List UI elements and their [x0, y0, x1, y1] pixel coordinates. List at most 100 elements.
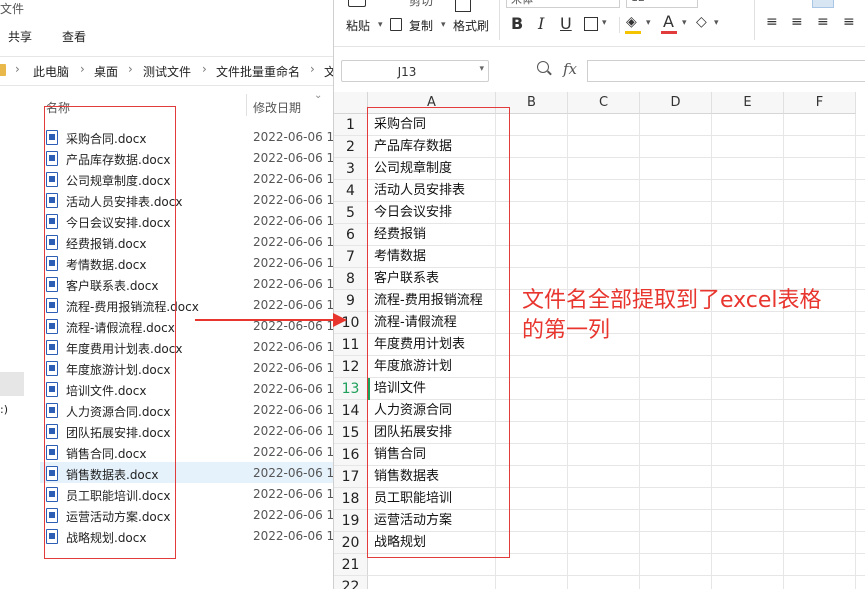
row-header-8[interactable]: 8 — [334, 268, 368, 290]
formula-input[interactable] — [587, 60, 865, 82]
chevron-down-icon[interactable]: ▾ — [378, 20, 383, 30]
chevron-down-icon[interactable]: ⌄ — [314, 90, 322, 101]
row-header-7[interactable]: 7 — [334, 246, 368, 268]
select-all-corner[interactable] — [334, 92, 368, 114]
chevron-down-icon[interactable]: ▾ — [602, 18, 607, 28]
file-modified-date: 2022-06-06 14 — [253, 172, 333, 186]
align-justify-icon[interactable]: ≡ — [843, 14, 855, 30]
column-header-e[interactable]: E — [712, 92, 784, 114]
align-left-icon[interactable]: ≡ — [766, 14, 778, 30]
chevron-down-icon[interactable]: ▾ — [714, 18, 719, 28]
underline-icon[interactable]: U — [560, 14, 572, 33]
chevron-down-icon[interactable]: ▾ — [682, 18, 687, 28]
chevron-right-icon: › — [15, 62, 20, 76]
file-modified-date: 2022-06-06 14 — [253, 340, 333, 354]
font-color-icon[interactable]: A — [663, 12, 674, 31]
breadcrumb-this-pc[interactable]: 此电脑 — [33, 63, 69, 80]
bold-icon[interactable]: B — [511, 14, 523, 33]
font-color-bar — [661, 31, 677, 34]
format-painter-button[interactable]: 格式刷 — [453, 17, 489, 34]
column-modified-header[interactable]: 修改日期 — [253, 99, 301, 116]
ribbon-divider — [619, 17, 620, 33]
column-divider[interactable] — [246, 94, 247, 116]
font-name-value: 宋体 — [511, 0, 533, 7]
row-header-4[interactable]: 4 — [334, 180, 368, 202]
font-name-select[interactable]: 宋体 — [506, 0, 620, 8]
format-painter-icon[interactable] — [455, 0, 471, 12]
file-modified-date: 2022-06-06 14 — [253, 151, 333, 165]
formula-bar: J13 ▾ fx — [334, 56, 865, 88]
file-modified-date: 2022-06-06 14 — [253, 256, 333, 270]
nav-pane-drive-fragment[interactable]: :) — [0, 403, 8, 416]
chevron-down-icon[interactable]: ▾ — [441, 20, 446, 30]
breadcrumb-test-files[interactable]: 测试文件 — [143, 63, 191, 80]
row-header-14[interactable]: 14 — [334, 400, 368, 422]
grid-line — [639, 114, 640, 589]
grid-line — [711, 114, 712, 589]
copy-icon[interactable] — [390, 18, 402, 31]
file-modified-date: 2022-06-06 14 — [253, 508, 333, 522]
font-size-value: 12 — [631, 0, 645, 4]
fill-color-bar — [625, 31, 641, 34]
nav-pane-selected-item[interactable] — [0, 372, 24, 396]
ribbon-toolbar: 粘贴 ▾ 复制 剪切 ▾ 格式刷 宋体 12 B I U ▾ ◈ ▾ A ▾ ◇… — [334, 0, 865, 47]
grid-line — [855, 114, 856, 589]
breadcrumb-batch-rename[interactable]: 文件批量重命名 — [216, 63, 300, 80]
row-header-17[interactable]: 17 — [334, 466, 368, 488]
row-header-2[interactable]: 2 — [334, 136, 368, 158]
chevron-right-icon: › — [202, 62, 207, 76]
align-center-icon[interactable]: ≡ — [791, 14, 803, 30]
row-header-12[interactable]: 12 — [334, 356, 368, 378]
grid-line — [783, 114, 784, 589]
paint-bucket-icon[interactable]: ◈ — [626, 14, 637, 30]
row-header-5[interactable]: 5 — [334, 202, 368, 224]
grid-line — [567, 114, 568, 589]
file-modified-date: 2022-06-06 14 — [253, 487, 333, 501]
address-bar[interactable]: › 此电脑 › 桌面 › 测试文件 › 文件批量重命名 › 文 — [0, 56, 333, 86]
row-header-19[interactable]: 19 — [334, 510, 368, 532]
chevron-right-icon: › — [80, 62, 85, 76]
align-active-icon[interactable] — [812, 0, 834, 8]
zoom-icon-handle — [547, 70, 552, 76]
row-header-15[interactable]: 15 — [334, 422, 368, 444]
italic-icon[interactable]: I — [538, 14, 544, 33]
cut-button[interactable]: 剪切 — [409, 0, 433, 9]
font-size-select[interactable]: 12 — [626, 0, 698, 8]
row-header-1[interactable]: 1 — [334, 114, 368, 136]
name-box[interactable]: J13 ▾ — [341, 60, 489, 82]
eraser-icon[interactable]: ◇ — [696, 14, 707, 30]
ribbon-divider — [754, 0, 755, 40]
copy-button[interactable]: 复制 — [409, 17, 433, 34]
chevron-down-icon[interactable]: ▾ — [646, 18, 651, 28]
paste-icon[interactable] — [348, 0, 366, 7]
border-icon[interactable] — [584, 17, 598, 31]
row-header-13[interactable]: 13 — [334, 378, 368, 400]
paste-button[interactable]: 粘贴 — [346, 17, 370, 34]
chevron-down-icon[interactable]: ▾ — [479, 64, 484, 74]
row-header-3[interactable]: 3 — [334, 158, 368, 180]
row-header-16[interactable]: 16 — [334, 444, 368, 466]
breadcrumb-current[interactable]: 文 — [324, 63, 333, 80]
breadcrumb-desktop[interactable]: 桌面 — [94, 63, 118, 80]
row-header-20[interactable]: 20 — [334, 532, 368, 554]
row-header-22[interactable]: 22 — [334, 576, 368, 589]
tab-view[interactable]: 查看 — [62, 28, 86, 45]
file-modified-date: 2022-06-06 14 — [253, 361, 333, 375]
row-header-6[interactable]: 6 — [334, 224, 368, 246]
column-header-d[interactable]: D — [640, 92, 712, 114]
row-header-21[interactable]: 21 — [334, 554, 368, 576]
row-header-11[interactable]: 11 — [334, 334, 368, 356]
row-header-18[interactable]: 18 — [334, 488, 368, 510]
function-icon[interactable]: fx — [563, 60, 577, 78]
file-modified-date: 2022-06-06 14 — [253, 445, 333, 459]
align-right-icon[interactable]: ≡ — [817, 14, 829, 30]
column-header-f[interactable]: F — [784, 92, 856, 114]
highlight-box-column-a — [367, 107, 510, 558]
tab-share[interactable]: 共享 — [8, 28, 32, 45]
row-header-10[interactable]: 10 — [334, 312, 368, 334]
grid-line — [368, 575, 865, 576]
file-modified-date: 2022-06-06 14 — [253, 382, 333, 396]
column-header-c[interactable]: C — [568, 92, 640, 114]
name-box-value: J13 — [397, 65, 417, 79]
row-header-9[interactable]: 9 — [334, 290, 368, 312]
